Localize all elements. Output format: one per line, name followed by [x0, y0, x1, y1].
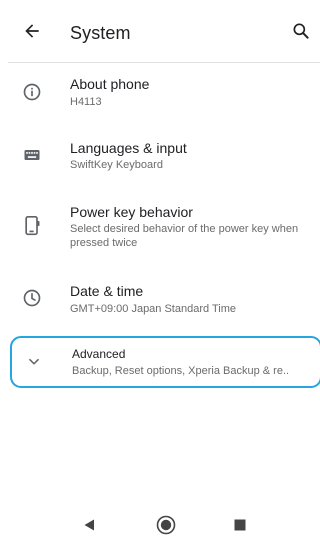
arrow-left-icon: [22, 21, 42, 46]
settings-item-about-phone[interactable]: About phone H4113: [8, 66, 320, 122]
search-icon: [291, 21, 311, 46]
advanced-subtitle: Backup, Reset options, Xperia Backup & r…: [72, 365, 290, 377]
recents-square-icon: [233, 518, 247, 537]
nav-recents-button[interactable]: [229, 516, 251, 538]
clock-icon: [21, 287, 43, 309]
settings-item-languages-input[interactable]: Languages & input SwiftKey Keyboard: [8, 130, 320, 186]
search-button[interactable]: [288, 20, 314, 46]
back-triangle-icon: [82, 518, 96, 537]
settings-item-title: Power key behavior: [70, 204, 193, 220]
settings-item-subtitle: SwiftKey Keyboard: [70, 159, 163, 171]
chevron-down-icon: [26, 354, 42, 370]
power-key-icon: [21, 215, 43, 237]
info-icon: [21, 81, 43, 103]
settings-item-subtitle: Select desired behavior of the power key…: [70, 223, 299, 249]
settings-item-date-time[interactable]: Date & time GMT+09:00 Japan Standard Tim…: [8, 276, 320, 332]
nav-back-button[interactable]: [78, 516, 100, 538]
settings-item-title: About phone: [70, 76, 150, 92]
settings-screen: System About phone H4113 Languages & inp…: [8, 0, 320, 510]
header-divider: [8, 62, 320, 63]
page-title: System: [70, 23, 131, 43]
settings-item-power-key-behavior[interactable]: Power key behavior Select desired behavi…: [8, 196, 320, 260]
app-bar: System: [8, 0, 320, 62]
settings-item-title: Languages & input: [70, 140, 187, 156]
settings-item-subtitle: GMT+09:00 Japan Standard Time: [70, 303, 237, 315]
home-circle-icon: [156, 515, 176, 540]
advanced-settings-item[interactable]: Advanced Backup, Reset options, Xperia B…: [10, 336, 320, 388]
advanced-title: Advanced: [72, 347, 126, 361]
navigation-bar: [0, 510, 320, 540]
nav-home-button[interactable]: [155, 515, 177, 540]
settings-item-subtitle: H4113: [70, 96, 102, 108]
settings-item-title: Date & time: [70, 283, 144, 299]
back-button[interactable]: [18, 19, 46, 47]
keyboard-icon: [21, 144, 43, 166]
